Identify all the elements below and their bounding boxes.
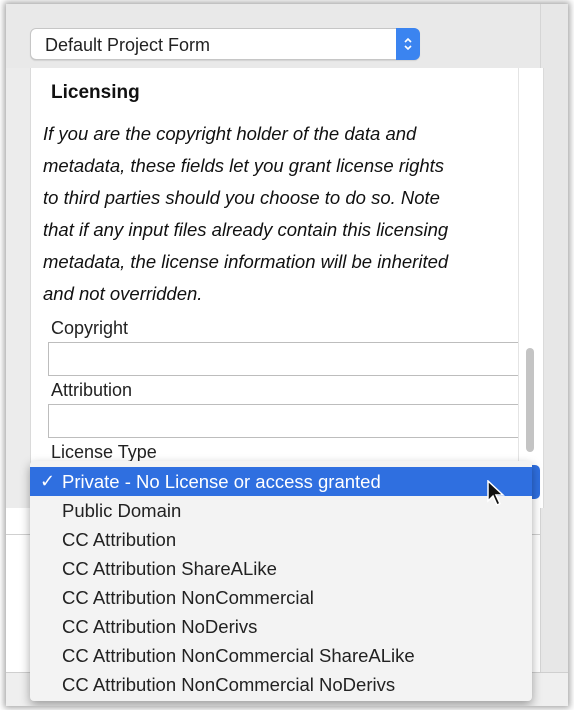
licensing-heading: Licensing xyxy=(51,82,140,103)
license-type-dropdown[interactable]: ✓ Private - No License or access granted… xyxy=(30,461,532,701)
description-line: and not overridden. xyxy=(43,283,203,304)
license-option-cc-by-nc-sa[interactable]: CC Attribution NonCommercial ShareALike xyxy=(30,641,532,670)
project-form-select-value: Default Project Form xyxy=(45,35,211,55)
license-option-cc-by-nd[interactable]: CC Attribution NoDerivs xyxy=(30,612,532,641)
copyright-label: Copyright xyxy=(51,318,129,338)
option-label: Public Domain xyxy=(62,500,182,521)
option-label: CC Attribution xyxy=(62,529,177,550)
project-form-select[interactable]: Default Project Form xyxy=(30,28,420,60)
license-option-cc-by-nc[interactable]: CC Attribution NonCommercial xyxy=(30,583,532,612)
option-label: Private - No License or access granted xyxy=(62,471,381,492)
option-label: CC Attribution ShareALike xyxy=(62,558,277,579)
copyright-field[interactable] xyxy=(48,342,537,376)
top-toolbar: Default Project Form xyxy=(6,4,568,68)
licensing-panel: Licensing If you are the copyright holde… xyxy=(30,68,544,508)
license-option-cc-by-sa[interactable]: CC Attribution ShareALike xyxy=(30,554,532,583)
checkmark-icon: ✓ xyxy=(40,471,56,491)
scrollbar-thumb[interactable] xyxy=(526,348,534,452)
description-line: metadata, these fields let you grant lic… xyxy=(43,155,445,176)
description-line: to third parties should you choose to do… xyxy=(43,187,440,208)
license-option-cc-by-nc-nd[interactable]: CC Attribution NonCommercial NoDerivs xyxy=(30,670,532,699)
licensing-description: If you are the copyright holder of the d… xyxy=(43,118,543,310)
right-edge-strip xyxy=(540,4,568,706)
license-type-label: License Type xyxy=(51,442,157,462)
description-line: that if any input files already contain … xyxy=(43,219,449,240)
option-label: CC Attribution NoDerivs xyxy=(62,616,258,637)
vertical-scrollbar[interactable] xyxy=(518,68,541,508)
license-option-private[interactable]: ✓ Private - No License or access granted xyxy=(30,467,532,496)
mouse-pointer-icon xyxy=(487,480,505,507)
option-label: CC Attribution NonCommercial NoDerivs xyxy=(62,674,396,695)
attribution-label: Attribution xyxy=(51,380,133,400)
description-line: metadata, the license information will b… xyxy=(43,251,449,272)
license-option-cc-by[interactable]: CC Attribution xyxy=(30,525,532,554)
up-down-chevron-icon[interactable] xyxy=(396,28,420,60)
window-frame: Default Project Form Licensing If you ar… xyxy=(6,4,568,706)
option-label: CC Attribution NonCommercial ShareALike xyxy=(62,645,415,666)
license-option-public-domain[interactable]: Public Domain xyxy=(30,496,532,525)
attribution-field[interactable] xyxy=(48,404,537,438)
description-line: If you are the copyright holder of the d… xyxy=(43,123,417,144)
option-label: CC Attribution NonCommercial xyxy=(62,587,314,608)
